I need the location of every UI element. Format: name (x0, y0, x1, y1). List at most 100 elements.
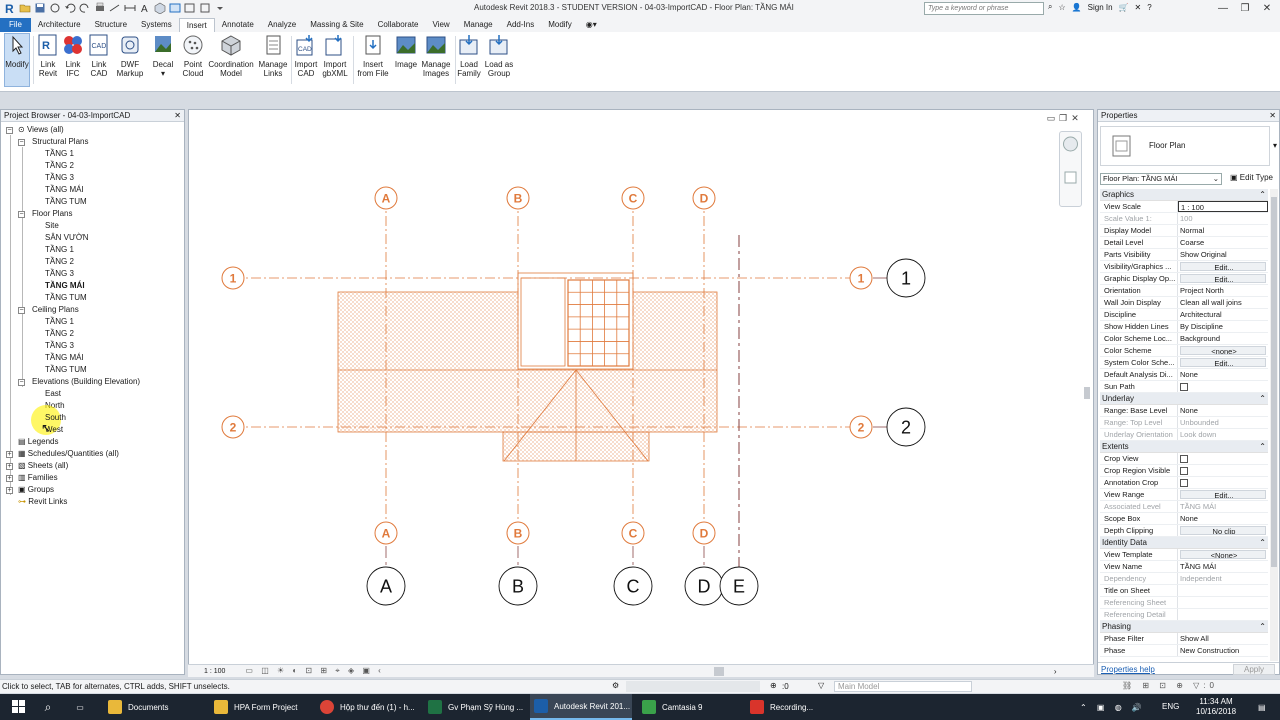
instance-filter-dropdown[interactable]: Floor Plan: TẦNG MÁI ⌄ (1100, 173, 1222, 185)
property-value[interactable]: Look down (1178, 429, 1268, 440)
tab-collaborate[interactable]: Collaborate (371, 18, 426, 32)
horizontal-scroll-thumb[interactable] (713, 666, 724, 676)
manage-images-button[interactable]: Manage Images (419, 34, 453, 78)
tree-item[interactable]: TẦNG TUM (45, 293, 87, 303)
property-value[interactable]: Architectural (1178, 309, 1268, 320)
property-row[interactable]: Dependency Independent (1100, 573, 1268, 585)
property-value[interactable]: Show All (1178, 633, 1268, 644)
close-view-icon[interactable]: ✕ (1070, 113, 1080, 124)
undo-icon[interactable] (64, 2, 76, 14)
restore-view-icon[interactable]: ❐ (1058, 113, 1068, 124)
property-row[interactable]: Detail Level Coarse (1100, 237, 1268, 249)
floor-plan-drawing[interactable]: A A B B C C D D 1 1 2 2 A B C D E 1 2 (189, 110, 1093, 665)
tab-add-ins[interactable]: Add-Ins (500, 18, 542, 32)
property-row[interactable]: Range: Base Level None (1100, 405, 1268, 417)
notifications-icon[interactable]: ▤ (1258, 694, 1274, 720)
property-row[interactable]: Crop View (1100, 453, 1268, 465)
collapse-icon[interactable]: ⌃ (1259, 393, 1266, 405)
sync-icon[interactable] (49, 2, 61, 14)
vertical-scrollbar[interactable] (1082, 122, 1092, 667)
property-row[interactable]: Scope Box None (1100, 513, 1268, 525)
tree-elevations[interactable]: Elevations (Building Elevation) (32, 377, 140, 387)
property-row[interactable]: Graphic Display Op... Edit... (1100, 273, 1268, 285)
property-group-header[interactable]: Phasing ⌃ (1100, 621, 1268, 633)
property-value[interactable] (1178, 585, 1268, 596)
tree-families[interactable]: ▥ Families (18, 473, 58, 483)
property-row[interactable]: Show Hidden Lines By Discipline (1100, 321, 1268, 333)
tree-sheets[interactable]: ▧ Sheets (all) (18, 461, 68, 471)
property-row[interactable]: View Name TẦNG MÁI (1100, 561, 1268, 573)
text-icon[interactable]: A (139, 2, 151, 15)
navigation-bar[interactable] (1059, 131, 1082, 207)
edit-type-button[interactable]: ▣ Edit Type (1230, 173, 1273, 182)
editable-only-icon[interactable]: ⊕ (770, 681, 777, 690)
selection-toggle-icons[interactable]: ⛓ ⊞ ⊡ ⊕ ▽:0 (1122, 681, 1218, 690)
modify-button[interactable]: Modify (4, 33, 30, 87)
tree-item[interactable]: TẦNG 1 (45, 149, 74, 159)
link-cad-button[interactable]: CAD Link CAD (86, 34, 112, 78)
tree-item[interactable]: TẦNG 3 (45, 269, 74, 279)
tree-structural-plans[interactable]: Structural Plans (32, 137, 88, 147)
property-checkbox[interactable] (1180, 455, 1188, 463)
worksets-icon[interactable]: ⚙ (612, 681, 619, 690)
property-row[interactable]: Wall Join Display Clean all wall joins (1100, 297, 1268, 309)
taskbar-item-revit[interactable]: Autodesk Revit 201... (530, 694, 632, 720)
property-group-header[interactable]: Underlay ⌃ (1100, 393, 1268, 405)
property-value[interactable] (1178, 453, 1268, 464)
property-row[interactable]: Discipline Architectural (1100, 309, 1268, 321)
property-row[interactable]: Phase Filter Show All (1100, 633, 1268, 645)
taskbar-item-documents[interactable]: Documents (104, 694, 204, 720)
measure-icon[interactable] (109, 2, 121, 14)
save-icon[interactable] (34, 2, 46, 14)
property-row[interactable]: Depth Clipping No clip (1100, 525, 1268, 537)
property-row[interactable]: View Template <None> (1100, 549, 1268, 561)
property-row[interactable]: View Scale 1 : 100 (1100, 201, 1268, 213)
taskbar-item-camtasia[interactable]: Camtasia 9 (638, 694, 740, 720)
scrollbar-thumb[interactable] (1271, 197, 1277, 567)
minimize-icon[interactable]: — (1212, 0, 1234, 16)
property-value[interactable]: TẦNG MÁI (1178, 561, 1268, 572)
property-value[interactable] (1178, 381, 1268, 392)
tab-view[interactable]: View (426, 18, 457, 32)
manage-links-button[interactable]: Manage Links (257, 34, 289, 78)
tree-views-all[interactable]: ⊙ Views (all) (18, 125, 64, 135)
expand-icon[interactable]: + (6, 475, 13, 482)
property-row[interactable]: Crop Region Visible (1100, 465, 1268, 477)
property-row[interactable]: Annotation Crop (1100, 477, 1268, 489)
binoculars-icon[interactable]: ⌕ (1048, 2, 1052, 12)
restore-icon[interactable]: ❐ (1234, 0, 1256, 16)
tree-revit-links[interactable]: ⊶ Revit Links (18, 497, 67, 507)
import-gbxml-button[interactable]: Import gbXML (320, 34, 350, 78)
tree-item[interactable]: TẦNG 3 (45, 341, 74, 351)
property-value[interactable]: Independent (1178, 573, 1268, 584)
property-edit-button[interactable]: <None> (1180, 550, 1266, 559)
load-as-group-button[interactable]: Load as Group (484, 34, 514, 78)
property-value[interactable] (1178, 477, 1268, 488)
close-icon[interactable]: ✕ (1256, 0, 1278, 16)
property-value[interactable]: None (1178, 513, 1268, 524)
property-row[interactable]: View Range Edit... (1100, 489, 1268, 501)
property-value[interactable]: None (1178, 405, 1268, 416)
scroll-right-icon[interactable]: › (1054, 667, 1057, 676)
property-value[interactable]: 100 (1178, 213, 1268, 224)
property-row[interactable]: Referencing Sheet (1100, 597, 1268, 609)
view-control-icons[interactable]: ▭ ◫ ☀ ◐ ⊡ ⊞ ⌖ ◈ ▣ ‹ (245, 666, 383, 676)
help-icon[interactable]: ? (1147, 3, 1151, 12)
filter-icon[interactable]: ▽ (818, 681, 824, 690)
task-view-icon[interactable]: ▭ (70, 694, 90, 720)
tree-item[interactable]: TẦNG MÁI (45, 185, 84, 195)
property-value[interactable]: TẦNG MÁI (1178, 501, 1268, 512)
taskbar-item-chrome[interactable]: Hộp thư đến (1) - h... (316, 694, 420, 720)
scrollbar-thumb[interactable] (1084, 387, 1090, 399)
tab-massing-site[interactable]: Massing & Site (303, 18, 370, 32)
property-value[interactable]: Clean all wall joins (1178, 297, 1268, 308)
decal-button[interactable]: Decal ▾ (150, 34, 176, 78)
steering-wheel-icon[interactable] (1063, 136, 1078, 152)
property-edit-button[interactable]: Edit... (1180, 262, 1266, 271)
properties-help-link[interactable]: Properties help (1101, 665, 1155, 674)
property-value[interactable]: Show Original (1178, 249, 1268, 260)
property-row[interactable]: Scale Value 1: 100 (1100, 213, 1268, 225)
tab-structure[interactable]: Structure (88, 18, 134, 32)
customize-qat-icon[interactable] (214, 2, 226, 14)
properties-scrollbar[interactable] (1270, 189, 1278, 661)
